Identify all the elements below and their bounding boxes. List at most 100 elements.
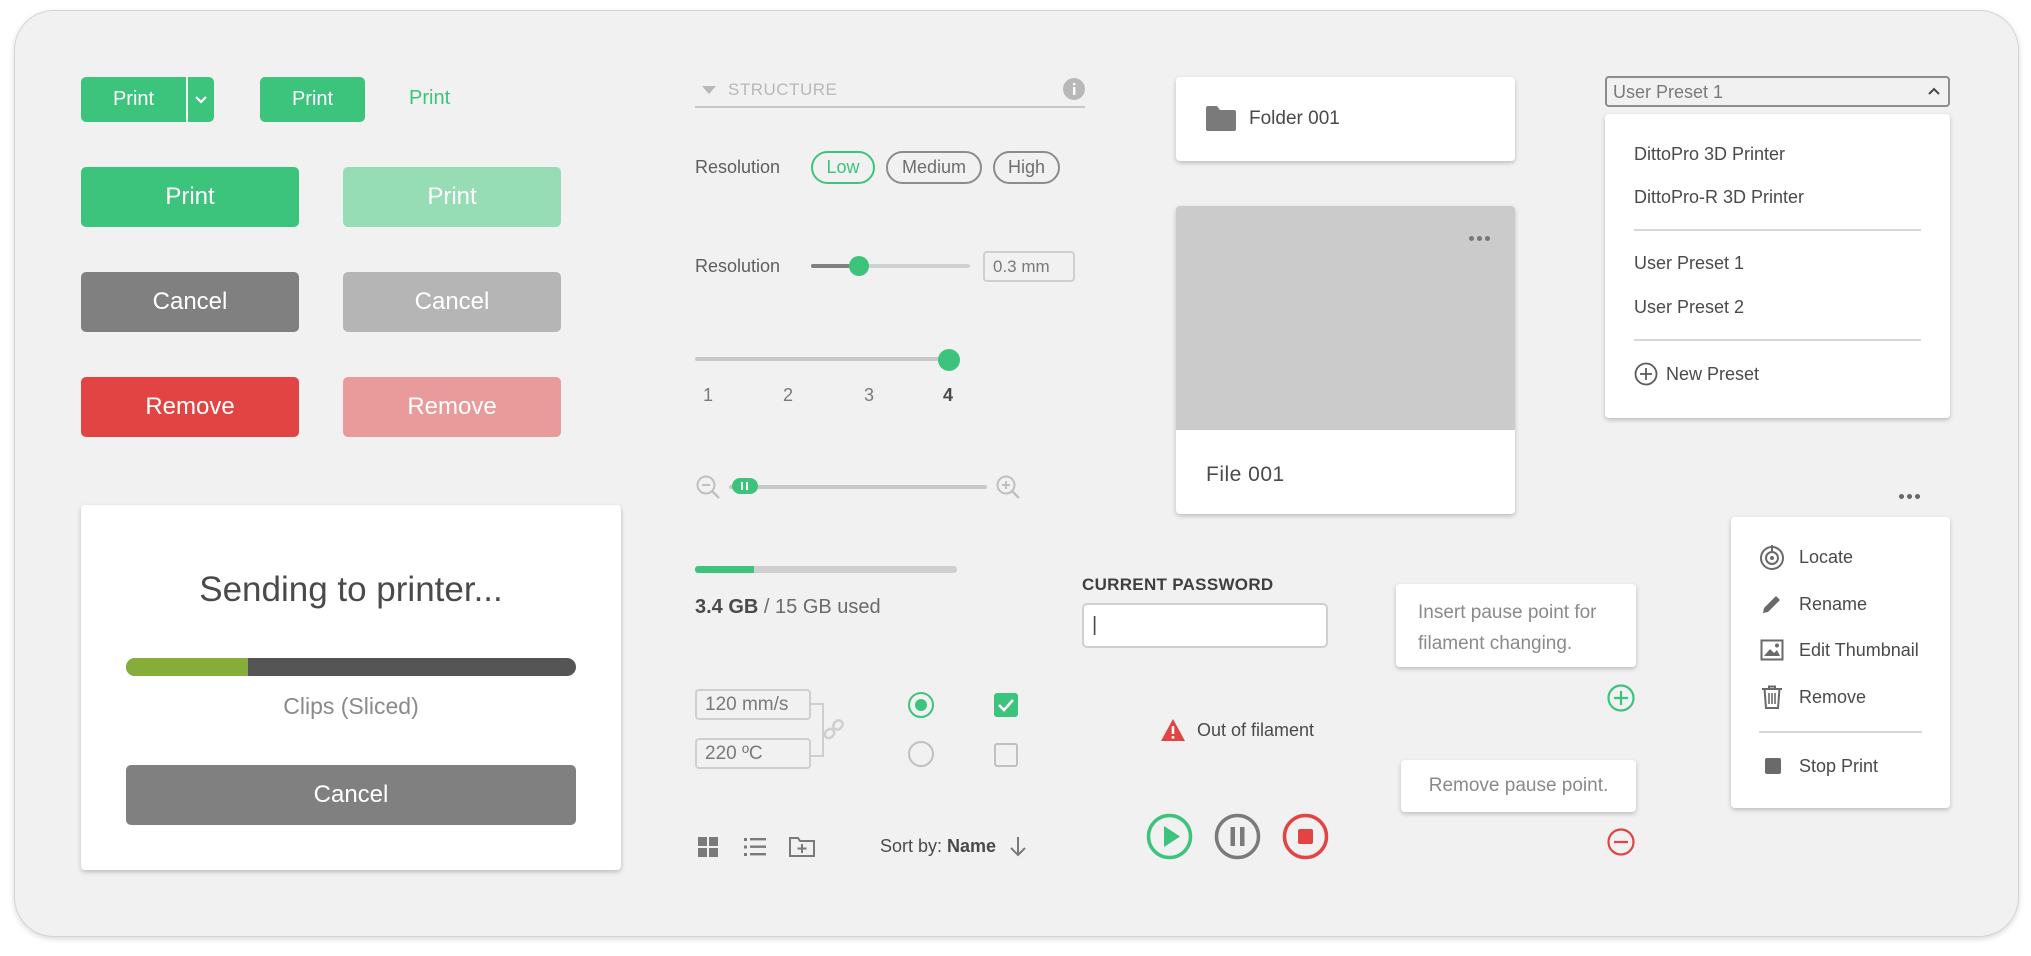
menu-divider xyxy=(1634,229,1921,231)
dot xyxy=(1915,494,1920,499)
checkbox-unchecked[interactable] xyxy=(994,743,1018,767)
print-button[interactable]: Print xyxy=(81,167,299,227)
sliced-file-label: Clips (Sliced) xyxy=(283,693,419,719)
zoom-out-icon[interactable] xyxy=(695,474,721,500)
alert-text: Out of filament xyxy=(1197,720,1315,740)
checkbox-checked[interactable] xyxy=(994,693,1018,717)
resolution-slider-thumb[interactable] xyxy=(848,256,869,276)
remove-button-disabled: Remove xyxy=(343,377,561,437)
preset-select[interactable]: User Preset 1 xyxy=(1605,76,1950,107)
step-tick-3: 3 xyxy=(864,385,875,405)
step-tick-2: 2 xyxy=(783,385,794,405)
file-card[interactable]: File 001 xyxy=(1176,206,1515,514)
dot xyxy=(1899,494,1904,499)
trash-icon xyxy=(1762,685,1782,709)
radio-selected[interactable] xyxy=(908,692,934,718)
send-progress-fill xyxy=(126,658,248,676)
zoom-slider[interactable] xyxy=(695,474,1025,500)
speed-field[interactable]: 120 mm/s xyxy=(695,689,811,720)
split-print-dropdown[interactable] xyxy=(188,77,214,122)
link-bracket-icon[interactable] xyxy=(811,700,851,760)
structure-header[interactable]: STRUCTURE xyxy=(695,76,1085,108)
more-options-icon[interactable] xyxy=(1469,236,1491,242)
resolution-slider[interactable] xyxy=(811,256,970,276)
zoom-in-icon[interactable] xyxy=(995,474,1021,500)
zoom-slider-track xyxy=(729,485,987,489)
new-folder-icon[interactable] xyxy=(789,835,815,857)
menu-item-stop-print[interactable]: Stop Print xyxy=(1799,756,1878,777)
preset-option-user-1[interactable]: User Preset 1 xyxy=(1634,253,1744,274)
split-print-button[interactable]: Print xyxy=(81,77,214,122)
dialog-cancel-button[interactable]: Cancel xyxy=(126,765,576,825)
storage-text: 3.4 GB / 15 GB used xyxy=(695,596,881,619)
password-input[interactable]: | xyxy=(1082,603,1328,648)
resolution-option-medium[interactable]: Medium xyxy=(886,151,982,184)
radio-unselected[interactable] xyxy=(908,741,934,767)
remove-pause-tooltip: Remove pause point. xyxy=(1401,760,1636,812)
structure-title: STRUCTURE xyxy=(728,80,838,99)
context-menu-trigger-icon[interactable] xyxy=(1899,494,1921,500)
preset-selected-value: User Preset 1 xyxy=(1613,82,1724,102)
radio-dot xyxy=(915,699,927,711)
resolution-slider-label: Resolution xyxy=(695,256,781,276)
resolution-option-high[interactable]: High xyxy=(993,151,1060,184)
info-icon[interactable] xyxy=(1063,78,1085,100)
folder-card[interactable]: Folder 001 xyxy=(1176,77,1515,161)
new-preset-label: New Preset xyxy=(1666,364,1760,384)
menu-item-rename[interactable]: Rename xyxy=(1799,594,1867,615)
pause-icon[interactable] xyxy=(1214,813,1261,860)
resolution-value-field[interactable]: 0.3 mm xyxy=(983,251,1075,282)
add-pause-point-icon[interactable] xyxy=(1607,684,1635,712)
preset-option-dittopro-r[interactable]: DittoPro-R 3D Printer xyxy=(1634,187,1804,208)
dot xyxy=(1907,494,1912,499)
image-icon xyxy=(1760,639,1784,661)
preset-option-user-2[interactable]: User Preset 2 xyxy=(1634,297,1744,318)
stop-icon[interactable] xyxy=(1282,813,1329,860)
step-tick-1: 1 xyxy=(703,385,714,405)
cancel-button[interactable]: Cancel xyxy=(81,272,299,332)
chevron-up-icon xyxy=(1928,87,1940,95)
grip-line xyxy=(745,482,748,490)
cancel-button-disabled: Cancel xyxy=(343,272,561,332)
preset-menu: DittoPro 3D Printer DittoPro-R 3D Printe… xyxy=(1605,114,1950,418)
storage-bar-track xyxy=(695,566,957,573)
play-icon[interactable] xyxy=(1146,813,1193,860)
step-slider-thumb[interactable] xyxy=(938,349,960,371)
step-slider-track xyxy=(695,357,948,361)
zoom-slider-thumb[interactable] xyxy=(731,478,758,494)
menu-item-remove[interactable]: Remove xyxy=(1799,687,1866,708)
sending-dialog: Sending to printer... Clips (Sliced) Can… xyxy=(81,505,621,870)
print-text-button[interactable]: Print xyxy=(409,87,450,110)
menu-divider xyxy=(1759,731,1922,733)
preset-option-dittopro[interactable]: DittoPro 3D Printer xyxy=(1634,144,1785,165)
text-cursor: | xyxy=(1092,614,1098,636)
dot xyxy=(1477,236,1482,241)
split-print-main[interactable]: Print xyxy=(81,77,186,122)
send-progress-track xyxy=(126,658,576,676)
sort-control[interactable]: Sort by: Name xyxy=(880,836,996,857)
temperature-field[interactable]: 220 ºC xyxy=(695,738,811,769)
sort-value: Name xyxy=(947,836,997,856)
resolution-option-low[interactable]: Low xyxy=(811,151,875,184)
menu-divider xyxy=(1634,339,1921,341)
step-slider[interactable]: 1 2 3 4 xyxy=(695,349,960,405)
sort-prefix: Sort by: xyxy=(880,836,948,856)
pencil-icon xyxy=(1763,596,1780,613)
step-tick-4: 4 xyxy=(943,385,954,405)
grid-view-icon[interactable] xyxy=(697,836,719,858)
check-icon xyxy=(998,699,1014,712)
print-button-small[interactable]: Print xyxy=(260,77,365,122)
remove-pause-point-icon[interactable] xyxy=(1607,828,1635,856)
arrow-down-icon[interactable] xyxy=(1008,835,1028,859)
storage-bar-fill xyxy=(695,566,755,573)
remove-button[interactable]: Remove xyxy=(81,377,299,437)
folder-icon xyxy=(1206,106,1236,131)
list-view-icon[interactable] xyxy=(743,836,767,858)
stop-square-icon xyxy=(1765,758,1781,774)
menu-item-edit-thumbnail[interactable]: Edit Thumbnail xyxy=(1799,640,1919,661)
caret-down-icon xyxy=(702,86,716,94)
print-button-disabled: Print xyxy=(343,167,561,227)
menu-item-locate[interactable]: Locate xyxy=(1799,547,1853,568)
new-preset-item[interactable]: New Preset xyxy=(1634,362,1834,388)
insert-pause-tooltip: Insert pause point for filament changing… xyxy=(1396,584,1636,667)
